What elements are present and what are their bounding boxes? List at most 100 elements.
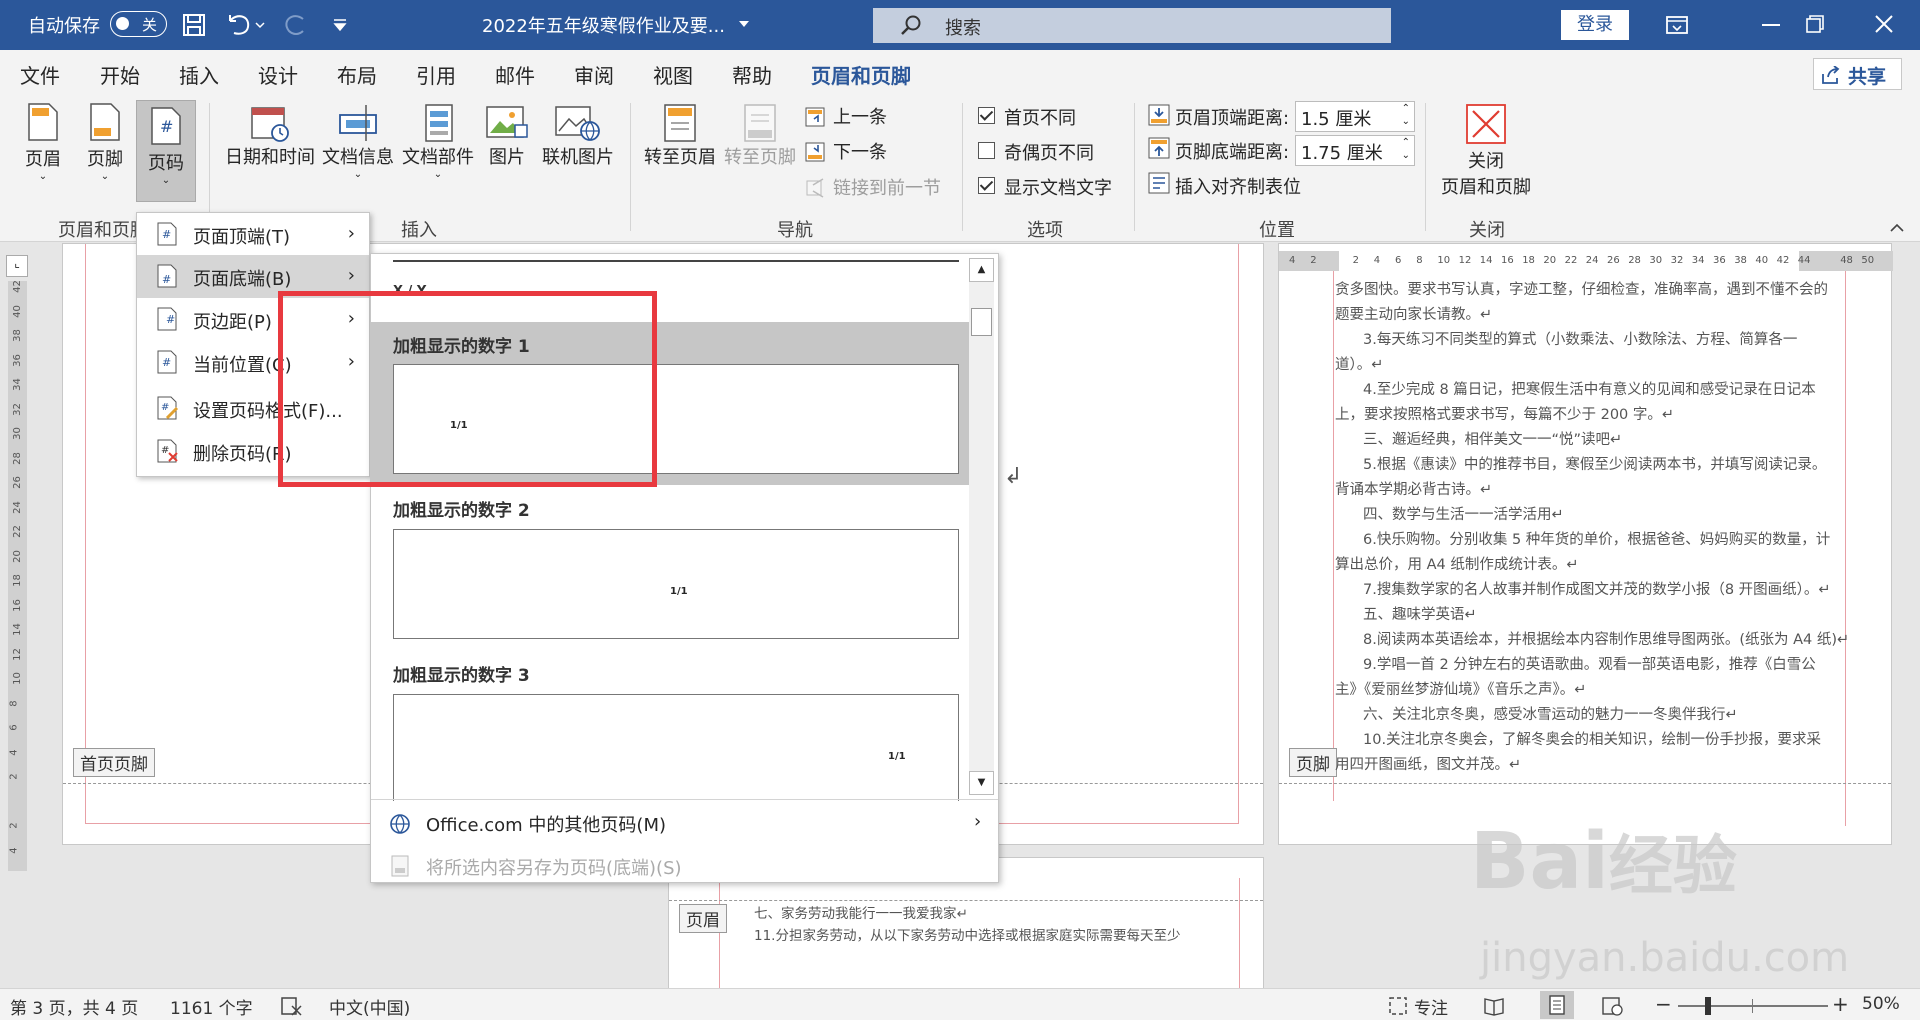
doc-line: 6.快乐购物。分别收集 5 种年货的单价，根据爸爸、妈妈购买的数量，计 (1363, 532, 1831, 548)
footer-tag: 页脚 (1289, 748, 1337, 777)
header-top-spinner[interactable]: 1.5 厘米 ⌃ ⌄ (1295, 101, 1415, 132)
picture-button[interactable]: 图片 (482, 103, 532, 168)
doc-line: 3.每天练习不同类型的算式（小数乘法、小数除法、方程、简算各一 (1363, 332, 1798, 348)
more-page-numbers-link[interactable]: Office.com 中的其他页码(M) › (371, 801, 998, 844)
scroll-up-button[interactable]: ▲ (969, 258, 994, 282)
tab-file[interactable]: 文件 (20, 60, 60, 89)
customize-qat-icon[interactable] (332, 18, 348, 32)
ruler-tick-label: 42 (11, 280, 23, 293)
document-page-right[interactable]: 4 2 2 4 6 8 10 12 14 16 18 20 22 24 26 28 30 32 34 36 38 40 42… (1278, 243, 1893, 845)
ruler-tick-label: 16 (11, 598, 23, 612)
tab-layout[interactable]: 布局 (337, 60, 377, 89)
baidu-watermark: Bai经验 (1470, 817, 1737, 907)
print-layout-button[interactable] (1540, 991, 1574, 1019)
previous-button[interactable]: 上一条 (805, 103, 887, 131)
gallery-item[interactable]: 加粗显示的数字 2 1/1 (371, 486, 970, 651)
footer-bottom-spinner[interactable]: 1.75 厘米 ⌃ ⌄ (1295, 135, 1415, 166)
search-box[interactable]: 搜索 (873, 8, 1391, 43)
share-button[interactable]: 共享 (1813, 58, 1902, 90)
tab-mailings[interactable]: 邮件 (495, 60, 535, 89)
menu-item-page-top[interactable]: # 页面顶端(T) › (137, 213, 369, 256)
zoom-slider-thumb[interactable] (1705, 997, 1711, 1015)
zoom-out-button[interactable]: − (1655, 992, 1672, 1016)
focus-icon[interactable] (1388, 996, 1410, 1016)
ruler-tick-label: 10 (11, 672, 23, 685)
page-number-button[interactable]: # 页码 ⌄ (136, 100, 196, 202)
current-position-icon: # (157, 350, 177, 374)
group-label-close: 关闭 (1469, 220, 1505, 241)
ruler-tick-label: 34 (11, 378, 23, 391)
minimize-icon[interactable] (1762, 24, 1780, 27)
page-count[interactable]: 第 3 页，共 4 页 (10, 994, 138, 1019)
close-window-icon[interactable] (1875, 15, 1893, 33)
tab-header-footer[interactable]: 页眉和页脚 (811, 60, 911, 98)
align-tab-button[interactable]: 插入对齐制表位 (1175, 173, 1301, 199)
goto-footer-button[interactable]: 转至页脚 (722, 103, 798, 168)
first-page-different-checkbox[interactable] (978, 107, 995, 124)
datetime-button[interactable]: 日期和时间 (224, 103, 316, 168)
login-button[interactable]: 登录 (1561, 10, 1629, 40)
language[interactable]: 中文(中国) (329, 994, 410, 1019)
ruler-tick-label: 6 (8, 724, 20, 731)
tab-help[interactable]: 帮助 (732, 60, 772, 89)
show-document-text-checkbox[interactable] (978, 177, 995, 194)
scroll-down-button[interactable]: ▼ (969, 771, 994, 795)
ribbon-display-icon[interactable] (1666, 15, 1688, 35)
zoom-slider[interactable] (1678, 1005, 1828, 1007)
gallery-scrollbar[interactable]: ▲ ▼ (969, 258, 994, 795)
link-previous-button[interactable]: 链接到前一节 (805, 174, 941, 202)
tab-insert[interactable]: 插入 (179, 60, 219, 89)
scroll-thumb[interactable] (971, 308, 992, 336)
horizontal-ruler[interactable]: 4 2 2 4 6 8 10 12 14 16 18 20 22 24 26 28 30 32 34 36 38 40 42… (1279, 251, 1893, 271)
ruler-tick-label: 28 (11, 451, 23, 465)
footer-bottom-value: 1.75 厘米 (1301, 143, 1383, 164)
web-layout-icon[interactable] (1602, 996, 1624, 1016)
online-picture-button[interactable]: 联机图片 (540, 103, 616, 168)
close-label-1: 关闭 (1468, 151, 1504, 172)
autosave-label: 自动保存 (28, 16, 100, 37)
docparts-button[interactable]: 文档部件 ⌄ (400, 103, 476, 198)
restore-icon[interactable] (1806, 15, 1824, 33)
save-icon[interactable] (183, 14, 205, 36)
ruler-tick-label: 2 (8, 773, 20, 780)
ruler-tick-label: 48 (1840, 255, 1853, 266)
menu-label: 当前位置(C) (193, 355, 292, 376)
doc-line: 背诵本学期必背古诗。↵ (1335, 482, 1493, 498)
redo-icon[interactable] (283, 13, 307, 37)
tab-view[interactable]: 视图 (653, 60, 693, 89)
save-selection-button[interactable]: 将所选内容另存为页码(底端)(S) (371, 844, 998, 887)
ruler-tick-label: 30 (11, 427, 23, 440)
proofing-icon[interactable] (281, 996, 303, 1016)
tab-home[interactable]: 开始 (100, 60, 140, 89)
title-dropdown-icon[interactable] (738, 20, 750, 28)
header-top-value: 1.5 厘米 (1301, 109, 1372, 130)
word-count[interactable]: 1161 个字 (170, 994, 253, 1019)
print-layout-icon (1549, 995, 1565, 1015)
focus-label[interactable]: 专注 (1414, 994, 1448, 1019)
odd-even-different-checkbox[interactable] (978, 142, 995, 159)
next-button[interactable]: 下一条 (805, 138, 887, 166)
vertical-ruler[interactable]: 42 40 38 36 34 32 30 28 26 24 22 20 18 16 14 12 10 8 6 4 2 2 4 (8, 280, 27, 871)
goto-header-button[interactable]: 转至页眉 (642, 103, 718, 168)
close-header-footer-button[interactable]: 关闭 页眉和页脚 (1436, 103, 1536, 198)
collapse-ribbon-icon[interactable] (1890, 223, 1904, 232)
highlight-box (278, 291, 657, 487)
docinfo-button[interactable]: 文档信息 ⌄ (320, 103, 396, 198)
undo-icon[interactable] (226, 13, 266, 37)
tab-references[interactable]: 引用 (416, 60, 456, 89)
tab-review[interactable]: 审阅 (574, 60, 614, 89)
tab-design[interactable]: 设计 (258, 60, 298, 89)
doc-line: 主》《爱丽丝梦游仙境》《音乐之声》。↵ (1335, 682, 1587, 698)
autosave-toggle[interactable]: 关 (110, 11, 167, 37)
zoom-level[interactable]: 50% (1862, 994, 1900, 1014)
read-mode-icon[interactable] (1484, 996, 1506, 1016)
footer-button[interactable]: 页脚 ⌄ (80, 103, 130, 198)
ruler-tick-label: 26 (11, 476, 23, 489)
menu-label: 页面顶端(T) (193, 227, 291, 248)
header-button[interactable]: 页眉 ⌄ (18, 103, 68, 198)
ruler-tick-label: 12 (1458, 255, 1472, 266)
document-title[interactable]: 2022年五年级寒假作业及要... (482, 12, 725, 38)
zoom-in-button[interactable]: + (1832, 992, 1849, 1016)
gallery-item[interactable]: 加粗显示的数字 3 1/1 (371, 651, 970, 801)
tab-selector[interactable]: ⌞ (6, 255, 28, 277)
